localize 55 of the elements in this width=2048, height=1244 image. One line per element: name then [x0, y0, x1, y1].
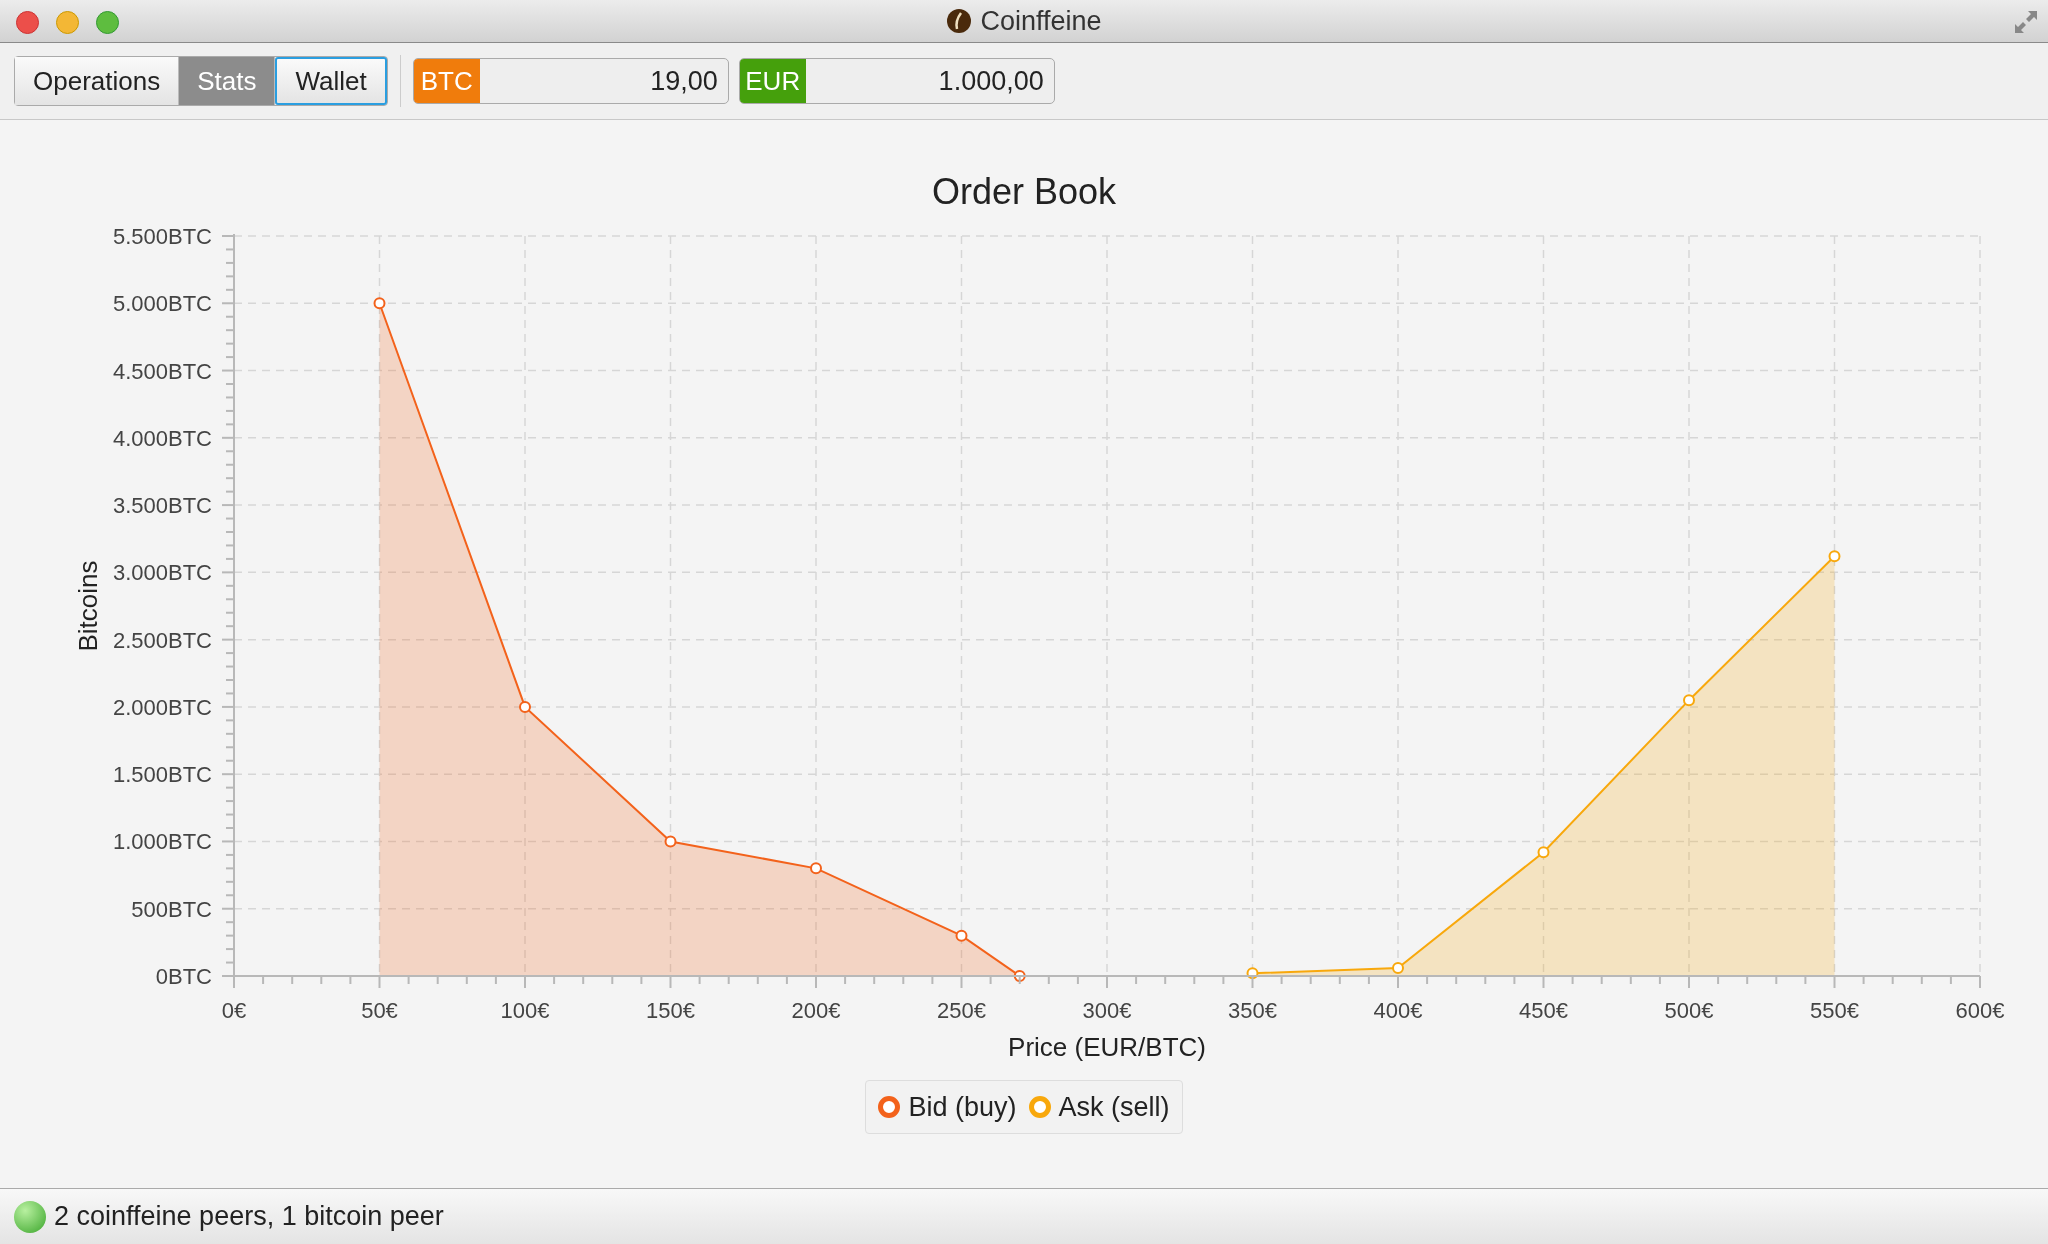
data-point [1683, 694, 1695, 707]
close-button[interactable] [16, 11, 39, 34]
y-tick-label: 3.000BTC [112, 560, 212, 586]
data-point [1828, 550, 1841, 563]
data-point [810, 862, 822, 875]
x-tick-label: 600€ [1955, 998, 2005, 1023]
currency-label: BTC [413, 59, 480, 103]
y-tick-label: 1.500BTC [112, 762, 212, 788]
legend-label: Ask (sell) [1058, 1090, 1170, 1124]
data-point [1537, 846, 1550, 859]
chart-title: Order Book [931, 171, 1117, 212]
status-indicator-icon [14, 1200, 46, 1233]
legend-label: Bid (buy) [908, 1090, 1017, 1124]
y-tick-label: 3.500BTC [112, 493, 212, 519]
tab[interactable]: Wallet [275, 57, 387, 105]
data-point [1392, 961, 1404, 974]
x-tick-label: 250€ [937, 998, 986, 1023]
status-text: 2 coinffeine peers, 1 bitcoin peer [54, 1200, 444, 1234]
x-tick-label: 0€ [221, 998, 247, 1023]
y-tick-label: 5.500BTC [112, 224, 212, 249]
x-tick-label: 100€ [500, 998, 550, 1023]
x-tick-label: 50€ [361, 998, 398, 1023]
data-point [664, 835, 677, 848]
x-tick-label: 300€ [1082, 998, 1132, 1023]
fullscreen-icon[interactable] [2012, 8, 2040, 36]
x-tick-label: 200€ [791, 998, 841, 1023]
data-point [1013, 970, 1026, 982]
x-tick-label: 400€ [1373, 998, 1423, 1023]
y-tick-label: 1.000BTC [112, 829, 212, 855]
window-title: Coinffeine [980, 4, 1102, 38]
balance-amount: 1.000,00 [937, 64, 1045, 98]
minimize-button[interactable] [56, 11, 79, 34]
balance-amount: 19,00 [649, 64, 719, 98]
y-axis-title: Bitcoins [73, 560, 103, 652]
y-tick-label: 0BTC [155, 964, 212, 989]
zoom-button[interactable] [96, 11, 119, 34]
y-tick-label: 4.000BTC [112, 425, 212, 451]
data-point [373, 297, 386, 310]
data-point [1246, 967, 1259, 980]
x-axis-title: Price (EUR/BTC) [1008, 1032, 1206, 1062]
y-tick-label: 4.500BTC [112, 358, 212, 384]
y-tick-label: 2.500BTC [112, 627, 212, 653]
data-point [519, 700, 531, 713]
coffee-bean-icon [946, 8, 973, 34]
y-tick-label: 2.000BTC [112, 694, 212, 720]
tab[interactable]: Operations [15, 57, 180, 105]
x-tick-label: 350€ [1228, 998, 1277, 1023]
x-tick-label: 500€ [1664, 998, 1714, 1023]
y-tick-label: 5.000BTC [112, 291, 212, 317]
y-tick-label: 500BTC [131, 896, 212, 922]
data-point [955, 929, 968, 942]
x-tick-label: 150€ [646, 998, 695, 1023]
x-tick-label: 450€ [1519, 998, 1568, 1023]
currency-label: EUR [739, 59, 806, 103]
x-tick-label: 550€ [1810, 998, 1859, 1023]
